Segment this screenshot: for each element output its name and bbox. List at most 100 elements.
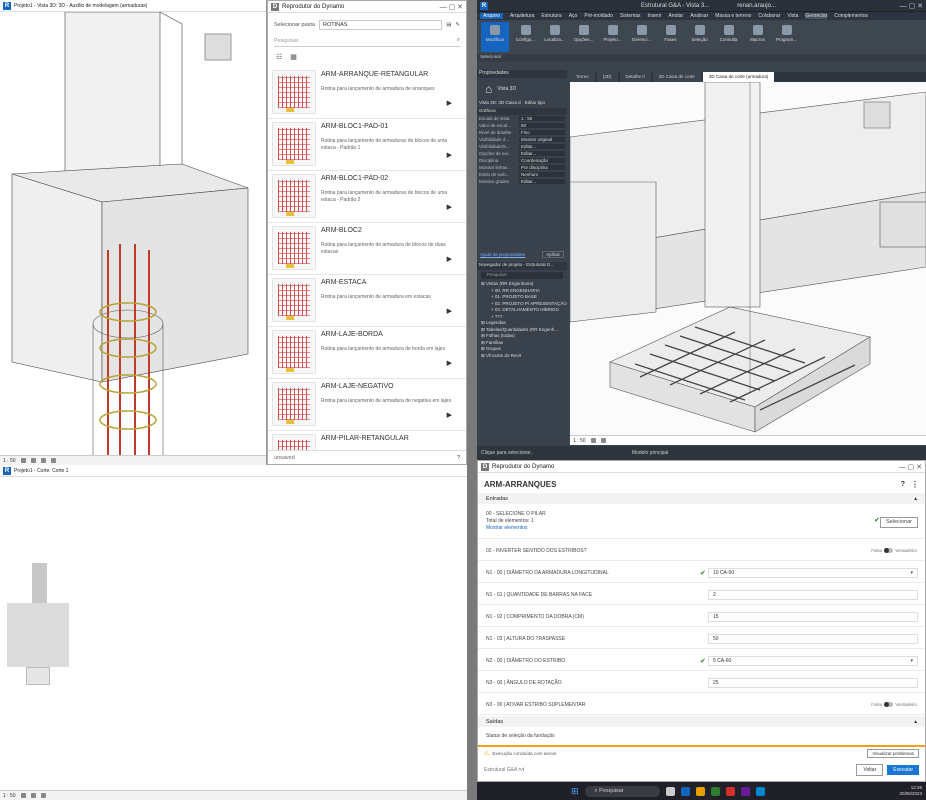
property-value[interactable]: Fino [519, 130, 565, 135]
play-icon[interactable]: ▶ [447, 307, 452, 315]
edit-type-button[interactable]: Editar tipo [525, 100, 545, 108]
run-button[interactable]: Executar [887, 765, 919, 775]
script-item[interactable]: ARM-BLOC2 Rotina para lançamento de armad… [268, 223, 466, 275]
section-pile-element[interactable] [26, 667, 50, 685]
visual-style-icon[interactable] [30, 793, 36, 798]
app-icon[interactable] [710, 786, 720, 796]
start-icon[interactable]: ⊞ [571, 786, 579, 797]
grid-view-icon[interactable]: ▦ [290, 53, 297, 61]
section-foundation-block[interactable] [7, 603, 69, 667]
ribbon-tab[interactable]: Analisar [690, 13, 708, 19]
app-icon[interactable] [665, 786, 675, 796]
play-icon[interactable]: ▶ [447, 151, 452, 159]
project-browser-search[interactable]: Pesquisar [481, 272, 563, 279]
property-row[interactable]: Escala de vista 1 : 50 [477, 115, 567, 122]
document-tab[interactable]: Detalhe 0 [619, 72, 651, 82]
search-input[interactable]: Pesquisar [274, 38, 457, 44]
visual-style-icon[interactable] [30, 458, 36, 463]
section-column-element[interactable] [32, 563, 47, 603]
input-field[interactable]: 15 [708, 611, 918, 622]
document-tab-bar[interactable]: Terreo {3D} Detalhe 0 3D Caixa de corte 3D C… [570, 72, 926, 82]
sun-path-icon[interactable] [40, 458, 46, 463]
input-select[interactable]: 10 CA-50 [708, 567, 918, 578]
property-row[interactable]: Mostrar grades Editar... [477, 178, 567, 185]
document-tab[interactable]: 3D Caixa de corte (armadura) [702, 72, 775, 82]
property-value[interactable]: Editar... [519, 179, 565, 184]
properties-type-box[interactable]: ⌂ Vista 3D [477, 78, 567, 100]
collapse-icon[interactable]: ▴ [914, 719, 917, 725]
ribbon-tab-bar[interactable]: Arquivo Arquitetura Estrutura Aço Pré-moldad… [477, 12, 926, 20]
section-scale[interactable]: 1 : 50 [3, 793, 16, 799]
window-controls[interactable]: — ▢ ✕ [440, 3, 463, 11]
input-field[interactable]: 2 [708, 589, 918, 600]
properties-palette[interactable]: Propriedades ⌂ Vista 3D Vista 3D: 3D Caix… [477, 70, 567, 260]
property-row[interactable]: Nível de detalhe Fino [477, 129, 567, 136]
project-browser[interactable]: Navegador de projeto - Estrutural G... P… [477, 262, 567, 447]
document-tab[interactable]: 3D Caixa de corte [652, 72, 701, 82]
ribbon-tab[interactable]: Gerenciar [805, 13, 828, 19]
invert-toggle-group[interactable]: Falso Verdadeiro [871, 548, 917, 554]
property-row[interactable]: Estilo de exib... Nenhum [477, 171, 567, 178]
ribbon-tab[interactable]: Sistemas [620, 13, 641, 19]
revit-user[interactable]: renan.araujo... [737, 3, 776, 9]
property-value[interactable]: Mostrar original [519, 137, 565, 142]
property-row[interactable]: Visibilidade/S... Editar... [477, 143, 567, 150]
ribbon-tab[interactable]: Arquivo [480, 13, 503, 19]
property-value[interactable]: 1 : 50 [519, 116, 565, 121]
show-elements-link[interactable]: Mostrar elementos [486, 525, 917, 532]
collapse-icon[interactable]: ▴ [914, 496, 917, 502]
input-field[interactable]: 50 [708, 633, 918, 644]
help-icon[interactable]: ? [457, 455, 460, 461]
app-icon[interactable] [740, 786, 750, 796]
property-value[interactable]: Editar... [519, 151, 565, 156]
property-row[interactable]: Visibilidade d... Mostrar original [477, 136, 567, 143]
play-icon[interactable]: ▶ [447, 411, 452, 419]
ribbon-tab[interactable]: Anotar [668, 13, 683, 19]
list-view-icon[interactable]: ☷ [276, 53, 282, 61]
select-button[interactable]: Selecionar [880, 517, 918, 528]
property-row[interactable]: Mostrar linhas... Por disciplina [477, 164, 567, 171]
section-view-control-bar[interactable]: 1 : 50 [0, 790, 467, 800]
properties-group-graphics[interactable]: Gráficos [477, 108, 567, 115]
view-problems-button[interactable]: Visualizar problemas [867, 748, 919, 758]
ribbon-tab[interactable]: Colaborar [758, 13, 780, 19]
window-controls[interactable]: — ▢ ✕ [899, 463, 922, 471]
property-value[interactable]: Editar... [519, 144, 565, 149]
property-value[interactable]: 50 [519, 123, 565, 128]
shadows-icon[interactable] [50, 458, 56, 463]
visual-style-icon[interactable] [600, 438, 606, 443]
input-field[interactable]: 25 [708, 677, 918, 688]
document-tab[interactable]: Terreo [570, 72, 595, 82]
app-icon[interactable] [695, 786, 705, 796]
ribbon-tab[interactable]: Complementos [834, 13, 868, 19]
ribbon-tab[interactable]: Aço [569, 13, 578, 19]
folder-edit-icon[interactable]: ✎ [455, 22, 460, 28]
play-icon[interactable]: ▶ [447, 359, 452, 367]
script-item[interactable]: ARM-ARRANQUE-RETANGULAR Rotina para lança… [268, 67, 466, 119]
ribbon-tab[interactable]: Estrutura [541, 13, 561, 19]
play-icon[interactable]: ▶ [447, 255, 452, 263]
chevron-down-icon[interactable]: ▾ [910, 658, 913, 664]
supp-toggle-group[interactable]: Falso Verdadeiro [871, 702, 917, 708]
play-icon[interactable]: ▶ [447, 99, 452, 107]
property-value[interactable]: Coordenação [519, 158, 565, 163]
ribbon-tab[interactable]: Vista [787, 13, 798, 19]
ribbon-panel[interactable]: Modificar Configu... Localiza... Opções... P… [477, 20, 926, 54]
dynamo-player-list-window[interactable]: D Reprodutor do Dynamo — ▢ ✕ Selecionar pa… [267, 0, 467, 465]
ribbon-button[interactable]: Program... [774, 22, 799, 52]
project-browser-tree[interactable]: ⊞ Vistas (RR Engenharia) + 00. RR ENGENHA… [477, 281, 567, 359]
revit-scale[interactable]: 1 : 50 [573, 438, 586, 444]
folder-open-icon[interactable]: ▤ [446, 22, 451, 28]
taskbar-search[interactable]: ⌕ Pesquisar [584, 785, 660, 797]
ribbon-button[interactable]: Fases [658, 22, 683, 52]
chevron-down-icon[interactable]: ▾ [910, 570, 913, 576]
properties-rows[interactable]: Escala de vista 1 : 50 Valor de escal... 50… [477, 115, 567, 185]
play-icon[interactable]: ▶ [447, 203, 452, 211]
help-icon[interactable]: ? [901, 481, 905, 488]
script-item[interactable]: ARM-ESTACA Rotina para lançamento de arma… [268, 275, 466, 327]
crop-icon[interactable] [40, 793, 46, 798]
app-icon[interactable] [755, 786, 765, 796]
property-value[interactable]: Por disciplina [519, 165, 565, 170]
properties-apply-button[interactable]: Aplicar [542, 251, 564, 258]
script-item[interactable]: ARM-LAJE-NEGATIVO Rotina para lançamento … [268, 379, 466, 431]
